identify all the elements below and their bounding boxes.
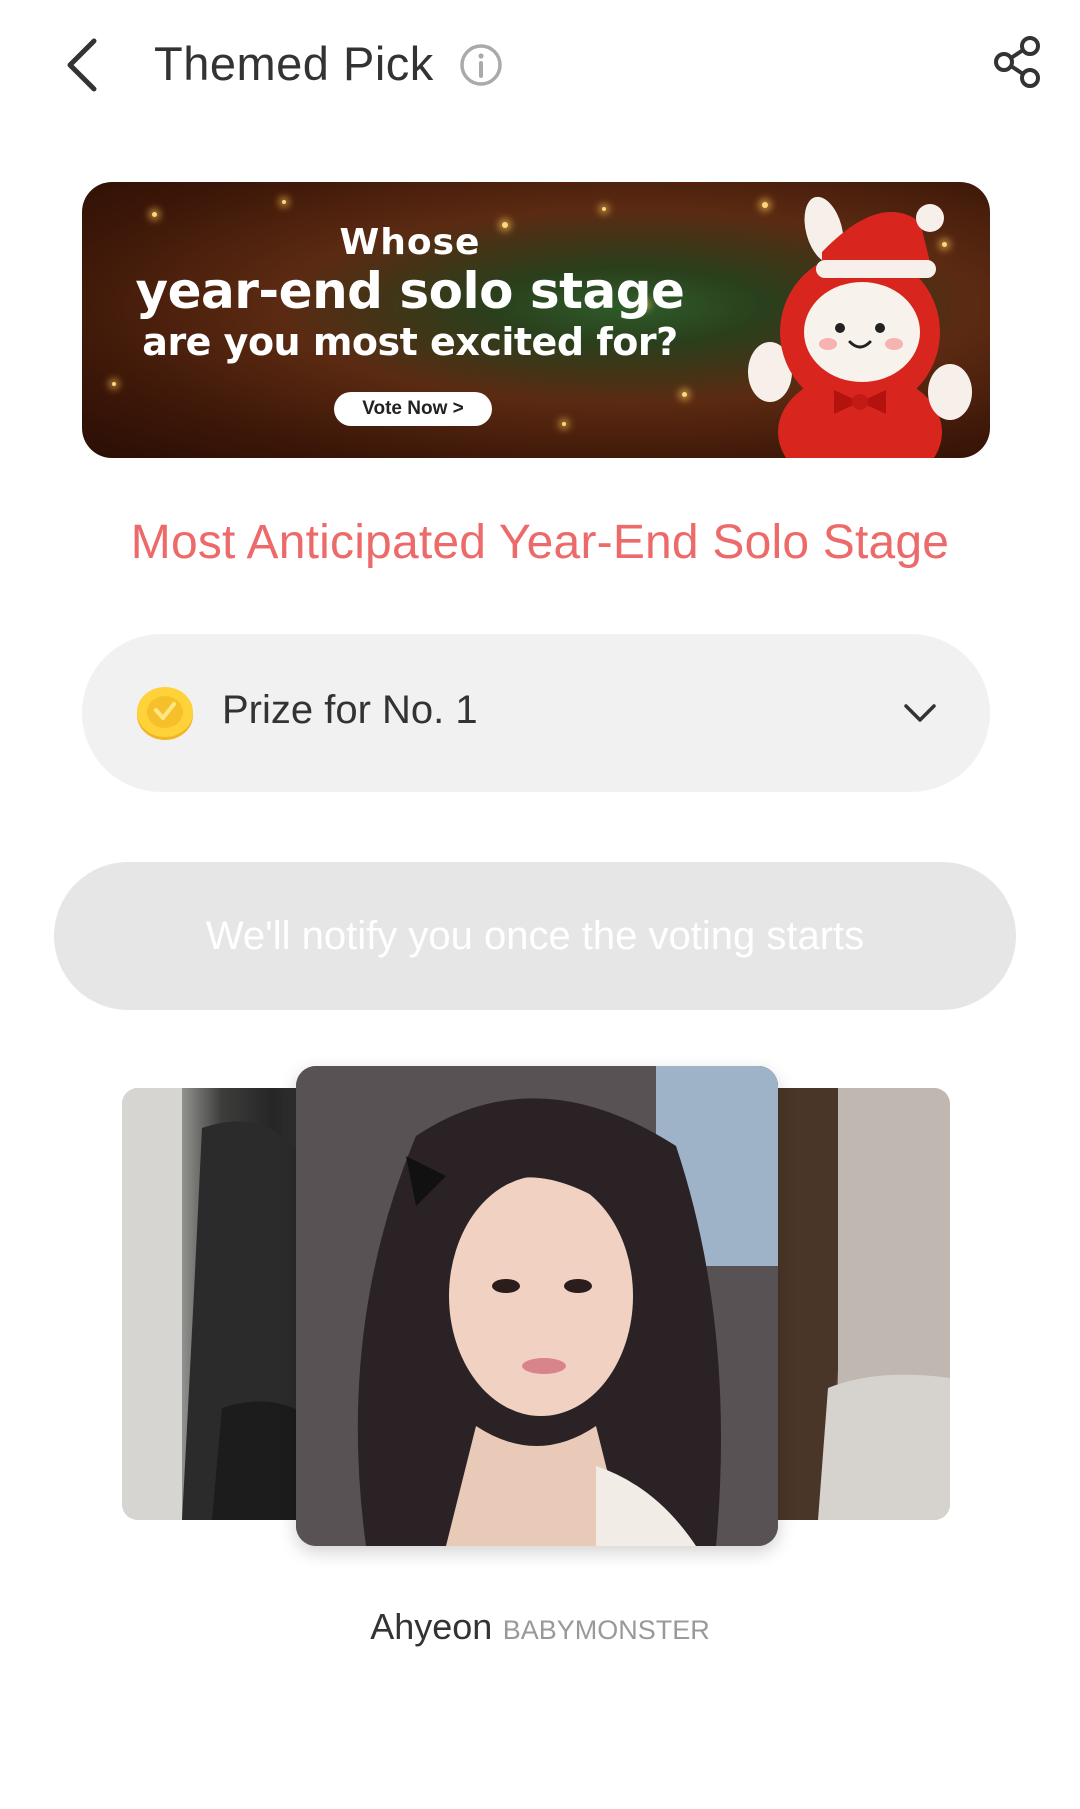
carousel-card-current[interactable]	[296, 1066, 778, 1546]
sparkle	[562, 422, 566, 426]
candidate-photo	[296, 1066, 778, 1546]
share-icon	[994, 36, 1040, 88]
sparkle	[152, 212, 157, 217]
sparkle	[112, 382, 116, 386]
candidate-photo	[122, 1088, 322, 1520]
section-title: Most Anticipated Year-End Solo Stage	[130, 516, 950, 569]
carousel-card-previous[interactable]	[122, 1088, 322, 1520]
carousel-card-next[interactable]	[758, 1088, 950, 1520]
sparkle	[602, 207, 606, 211]
sparkle	[682, 392, 687, 397]
share-button[interactable]	[990, 34, 1046, 90]
candidate-photo	[758, 1088, 950, 1520]
info-icon	[460, 44, 502, 86]
top-bar: Themed Pick	[0, 0, 1080, 130]
candidate-group: BABYMONSTER	[502, 1615, 710, 1645]
vote-now-button[interactable]: Vote Now >	[334, 392, 492, 426]
promo-banner[interactable]: Whose year-end solo stage are you most e…	[82, 182, 990, 458]
prize-dropdown[interactable]: Prize for No. 1	[82, 634, 990, 792]
banner-headline: Whose year-end solo stage are you most e…	[120, 222, 700, 365]
banner-line-2: year-end solo stage	[135, 262, 685, 320]
santa-bunny-mascot	[748, 196, 972, 458]
banner-line-3: are you most excited for?	[142, 320, 678, 364]
back-button[interactable]	[52, 30, 112, 100]
prize-label: Prize for No. 1	[222, 688, 478, 732]
sparkle	[282, 200, 286, 204]
chevron-down-icon	[904, 704, 936, 722]
chevron-left-icon	[67, 38, 97, 92]
candidate-caption: Ahyeon BABYMONSTER	[0, 1606, 1080, 1648]
page-title: Themed Pick	[154, 37, 434, 90]
candidate-name: Ahyeon	[370, 1606, 493, 1647]
info-button[interactable]	[458, 42, 504, 88]
notify-button[interactable]: We'll notify you once the voting starts	[54, 862, 1016, 1010]
coin-icon	[137, 687, 193, 740]
banner-line-1: Whose	[339, 222, 481, 263]
